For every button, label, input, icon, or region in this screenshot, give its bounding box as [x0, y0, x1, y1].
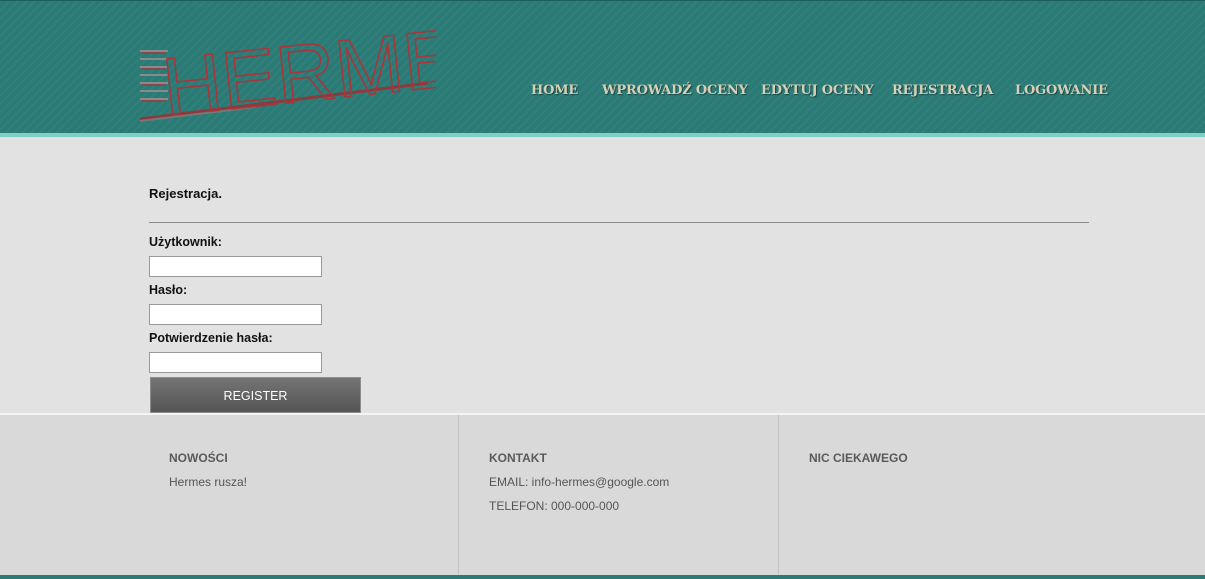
footer-separator	[458, 415, 459, 575]
nav-rejestracja[interactable]: REJESTRACJA	[892, 83, 993, 98]
footer-news-heading: NOWOŚCI	[169, 451, 228, 465]
register-button[interactable]: REGISTER	[150, 377, 361, 413]
password-input[interactable]	[149, 304, 322, 325]
site-header: HERMES HOME WPROWADŹ OCENY EDYTUJ OCENY …	[0, 0, 1205, 133]
hermes-logo[interactable]: HERMES	[136, 11, 436, 126]
confirm-password-label: Potwierdzenie hasła:	[149, 331, 273, 345]
logo-lettering: HERMES	[158, 11, 436, 126]
header-stripe	[0, 133, 1205, 137]
username-label: Użytkownik:	[149, 235, 222, 249]
nav-wprowadz-oceny[interactable]: WPROWADŹ OCENY	[602, 83, 748, 98]
nav-logowanie[interactable]: LOGOWANIE	[1015, 83, 1108, 98]
main-nav: HOME WPROWADŹ OCENY EDYTUJ OCENY REJESTR…	[0, 83, 1205, 103]
footer-contact-email: EMAIL: info-hermes@google.com	[489, 475, 670, 489]
page-title: Rejestracja.	[149, 186, 222, 201]
password-label: Hasło:	[149, 283, 188, 297]
username-input[interactable]	[149, 256, 322, 277]
nav-edytuj-oceny[interactable]: EDYTUJ OCENY	[761, 83, 874, 98]
site-footer: NOWOŚCI Hermes rusza! KONTAKT EMAIL: inf…	[0, 413, 1205, 579]
footer-separator	[778, 415, 779, 575]
footer-bottom-bar	[0, 575, 1205, 579]
footer-news-text: Hermes rusza!	[169, 475, 248, 489]
footer-contact-heading: KONTAKT	[489, 451, 547, 465]
confirm-password-input[interactable]	[149, 352, 322, 373]
footer-contact-phone: TELEFON: 000-000-000	[489, 499, 620, 513]
footer-other-heading: NIC CIEKAWEGO	[809, 451, 908, 465]
title-divider	[149, 222, 1089, 223]
nav-home[interactable]: HOME	[531, 83, 578, 98]
